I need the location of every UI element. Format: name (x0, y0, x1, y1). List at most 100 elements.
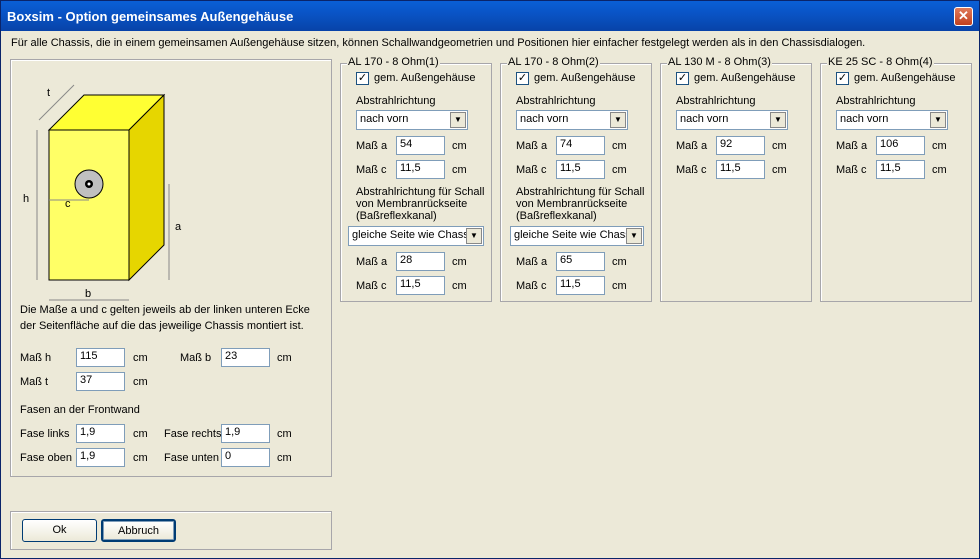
label-h: h (23, 193, 29, 205)
chassis-1-rear-a-unit: cm (452, 256, 467, 268)
chassis-2-c-input[interactable]: 11,5 (556, 160, 605, 179)
chassis-4-gem-checkbox[interactable]: ✓ (836, 72, 849, 85)
chassis-3-a-label: Maß a (676, 140, 708, 152)
label-mass-h: Maß h (20, 352, 52, 364)
chassis-2-dir-select[interactable]: nach vorn ▼ (516, 110, 628, 130)
chassis-2-c-unit: cm (612, 164, 627, 176)
chevron-down-icon[interactable]: ▼ (930, 112, 946, 128)
label-fase-rechts: Fase rechts (164, 428, 222, 440)
chassis-1-rear-a-input[interactable]: 28 (396, 252, 445, 271)
chassis-2-a-unit: cm (612, 140, 627, 152)
chassis-2-rear-c-unit: cm (612, 280, 627, 292)
label-mass-b: Maß b (180, 352, 212, 364)
label-fase-links: Fase links (20, 428, 70, 440)
chassis-3-a-input[interactable]: 92 (716, 136, 765, 155)
chevron-down-icon[interactable]: ▼ (626, 228, 642, 244)
box-diagram: t h c a b (23, 84, 182, 301)
chassis-1-dir-label: Abstrahlrichtung (356, 95, 436, 107)
label-t: t (47, 87, 50, 99)
chassis-1-c-label: Maß c (356, 164, 387, 176)
chassis-2-gem-checkbox[interactable]: ✓ (516, 72, 529, 85)
input-fase-oben[interactable]: 1,9 (76, 448, 125, 467)
chassis-3-c-label: Maß c (676, 164, 707, 176)
chassis-1-gem-label: gem. Außengehäuse (374, 72, 476, 84)
chassis-2-a-label: Maß a (516, 140, 548, 152)
chassis-4-c-unit: cm (932, 164, 947, 176)
chassis-1-title: AL 170 - 8 Ohm(1) (347, 56, 440, 68)
chassis-group-4: KE 25 SC - 8 Ohm(4) ✓ gem. Außengehäuse … (820, 56, 972, 302)
chassis-1-rear-c-input[interactable]: 11,5 (396, 276, 445, 295)
chassis-2-a-input[interactable]: 74 (556, 136, 605, 155)
chassis-4-c-label: Maß c (836, 164, 867, 176)
label-fase-unten: Fase unten (164, 452, 220, 464)
chassis-2-rear-c-input[interactable]: 11,5 (556, 276, 605, 295)
chassis-4-a-label: Maß a (836, 140, 868, 152)
chassis-2-rear-title: Abstrahlrichtung für Schall von Membranr… (516, 186, 645, 222)
input-mass-b[interactable]: 23 (221, 348, 270, 367)
chassis-3-c-input[interactable]: 11,5 (716, 160, 765, 179)
chassis-1-c-unit: cm (452, 164, 467, 176)
title-bar[interactable]: Boxsim - Option gemeinsames Außengehäuse… (1, 1, 979, 31)
chassis-3-dir-label: Abstrahlrichtung (676, 95, 756, 107)
input-fase-rechts[interactable]: 1,9 (221, 424, 270, 443)
label-a: a (175, 221, 182, 233)
chassis-2-dir-value: nach vorn (520, 113, 569, 125)
chevron-down-icon[interactable]: ▼ (770, 112, 786, 128)
chassis-1-a-input[interactable]: 54 (396, 136, 445, 155)
input-mass-h[interactable]: 115 (76, 348, 125, 367)
chassis-1-a-label: Maß a (356, 140, 388, 152)
chassis-3-dir-select[interactable]: nach vorn ▼ (676, 110, 788, 130)
chassis-2-dir-label: Abstrahlrichtung (516, 95, 596, 107)
fasen-title: Fasen an der Frontwand (20, 404, 140, 416)
chassis-2-title: AL 170 - 8 Ohm(2) (507, 56, 600, 68)
chassis-4-dir-value: nach vorn (840, 113, 889, 125)
unit-fase-oben: cm (133, 452, 148, 464)
chassis-1-c-input[interactable]: 11,5 (396, 160, 445, 179)
button-panel: Ok Abbruch (10, 511, 332, 550)
label-fase-oben: Fase oben (20, 452, 72, 464)
input-mass-t[interactable]: 37 (76, 372, 125, 391)
chassis-1-rear-c-label: Maß c (356, 280, 387, 292)
chassis-3-a-unit: cm (772, 140, 787, 152)
input-fase-links[interactable]: 1,9 (76, 424, 125, 443)
window-title: Boxsim - Option gemeinsames Außengehäuse (7, 9, 294, 24)
chassis-1-rear-select[interactable]: gleiche Seite wie Chass ▼ (348, 226, 484, 246)
chassis-2-rear-select[interactable]: gleiche Seite wie Chass ▼ (510, 226, 644, 246)
chassis-4-a-input[interactable]: 106 (876, 136, 925, 155)
chassis-1-rear-value: gleiche Seite wie Chass (352, 229, 469, 241)
chassis-group-1: AL 170 - 8 Ohm(1) ✓ gem. Außengehäuse Ab… (340, 56, 492, 302)
label-mass-t: Maß t (20, 376, 49, 388)
chassis-2-c-label: Maß c (516, 164, 547, 176)
chassis-3-dir-value: nach vorn (680, 113, 729, 125)
chevron-down-icon[interactable]: ▼ (610, 112, 626, 128)
measure-desc: Die Maße a und c gelten jeweils ab der l… (20, 304, 310, 332)
chassis-1-rear-title: Abstrahlrichtung für Schall von Membranr… (356, 186, 485, 222)
unit-b: cm (277, 352, 292, 364)
chassis-4-c-input[interactable]: 11,5 (876, 160, 925, 179)
chassis-3-gem-checkbox[interactable]: ✓ (676, 72, 689, 85)
chassis-1-rear-a-label: Maß a (356, 256, 388, 268)
label-c: c (65, 198, 71, 210)
ok-button[interactable]: Ok (22, 519, 97, 542)
cancel-button[interactable]: Abbruch (101, 519, 176, 542)
unit-fase-rechts: cm (277, 428, 292, 440)
unit-fase-links: cm (133, 428, 148, 440)
chevron-down-icon[interactable]: ▼ (450, 112, 466, 128)
geometry-panel: t h c a b Die Maße a und c gelten jeweil… (10, 59, 332, 477)
chassis-4-dir-select[interactable]: nach vorn ▼ (836, 110, 948, 130)
chassis-1-dir-select[interactable]: nach vorn ▼ (356, 110, 468, 130)
chassis-2-rear-a-label: Maß a (516, 256, 548, 268)
chevron-down-icon[interactable]: ▼ (466, 228, 482, 244)
chassis-1-dir-value: nach vorn (360, 113, 409, 125)
chassis-3-title: AL 130 M - 8 Ohm(3) (667, 56, 772, 68)
chassis-3-gem-label: gem. Außengehäuse (694, 72, 796, 84)
chassis-4-gem-label: gem. Außengehäuse (854, 72, 956, 84)
chassis-2-rear-a-input[interactable]: 65 (556, 252, 605, 271)
dialog-window: Boxsim - Option gemeinsames Außengehäuse… (0, 0, 980, 559)
unit-t: cm (133, 376, 148, 388)
input-fase-unten[interactable]: 0 (221, 448, 270, 467)
chassis-1-a-unit: cm (452, 140, 467, 152)
chassis-4-title: KE 25 SC - 8 Ohm(4) (827, 56, 934, 68)
close-button[interactable]: ✕ (954, 7, 973, 26)
chassis-1-gem-checkbox[interactable]: ✓ (356, 72, 369, 85)
